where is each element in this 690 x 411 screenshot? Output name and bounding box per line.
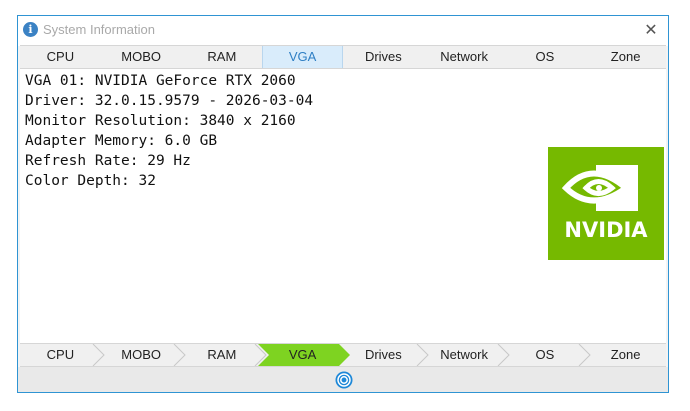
status-bar (18, 367, 668, 392)
nvidia-logo: NVIDIA (548, 147, 664, 260)
tab-network[interactable]: Network (424, 46, 505, 68)
nvidia-wordmark: NVIDIA (564, 218, 648, 242)
tab-vga[interactable]: VGA (262, 46, 343, 68)
tab-mobo[interactable]: MOBO (101, 46, 182, 68)
step-ram[interactable]: RAM (182, 344, 263, 366)
tab-drives[interactable]: Drives (343, 46, 424, 68)
color-depth-line: Color Depth: 32 (25, 173, 156, 189)
title-bar: i System Information ✕ (18, 16, 668, 46)
step-os[interactable]: OS (505, 344, 586, 366)
system-information-window: i System Information ✕ CPU MOBO RAM VGA … (17, 15, 669, 393)
refresh-icon[interactable] (335, 371, 353, 389)
step-network[interactable]: Network (424, 344, 505, 366)
step-navigation: CPU MOBO RAM VGA Drives Network OS Zone (20, 343, 666, 367)
tab-bar: CPU MOBO RAM VGA Drives Network OS Zone (20, 45, 666, 69)
tab-zone[interactable]: Zone (585, 46, 666, 68)
step-cpu[interactable]: CPU (20, 344, 101, 366)
close-button[interactable]: ✕ (642, 20, 660, 40)
tab-os[interactable]: OS (505, 46, 586, 68)
nvidia-eye-icon (561, 165, 638, 211)
info-icon: i (23, 22, 38, 37)
resolution-line: Monitor Resolution: 3840 x 2160 (25, 113, 296, 129)
tab-cpu[interactable]: CPU (20, 46, 101, 68)
vga-info-panel: VGA 01: NVIDIA GeForce RTX 2060 Driver: … (20, 69, 666, 343)
memory-line: Adapter Memory: 6.0 GB (25, 133, 218, 149)
refresh-rate-line: Refresh Rate: 29 Hz (25, 153, 191, 169)
step-vga[interactable]: VGA (262, 344, 343, 366)
step-drives[interactable]: Drives (343, 344, 424, 366)
vga-name-line: VGA 01: NVIDIA GeForce RTX 2060 (25, 73, 296, 89)
step-mobo[interactable]: MOBO (101, 344, 182, 366)
step-zone[interactable]: Zone (585, 344, 666, 366)
driver-line: Driver: 32.0.15.9579 - 2026-03-04 (25, 93, 314, 109)
info-text: VGA 01: NVIDIA GeForce RTX 2060 Driver: … (25, 71, 313, 191)
tab-ram[interactable]: RAM (182, 46, 263, 68)
window-title: System Information (43, 22, 155, 37)
